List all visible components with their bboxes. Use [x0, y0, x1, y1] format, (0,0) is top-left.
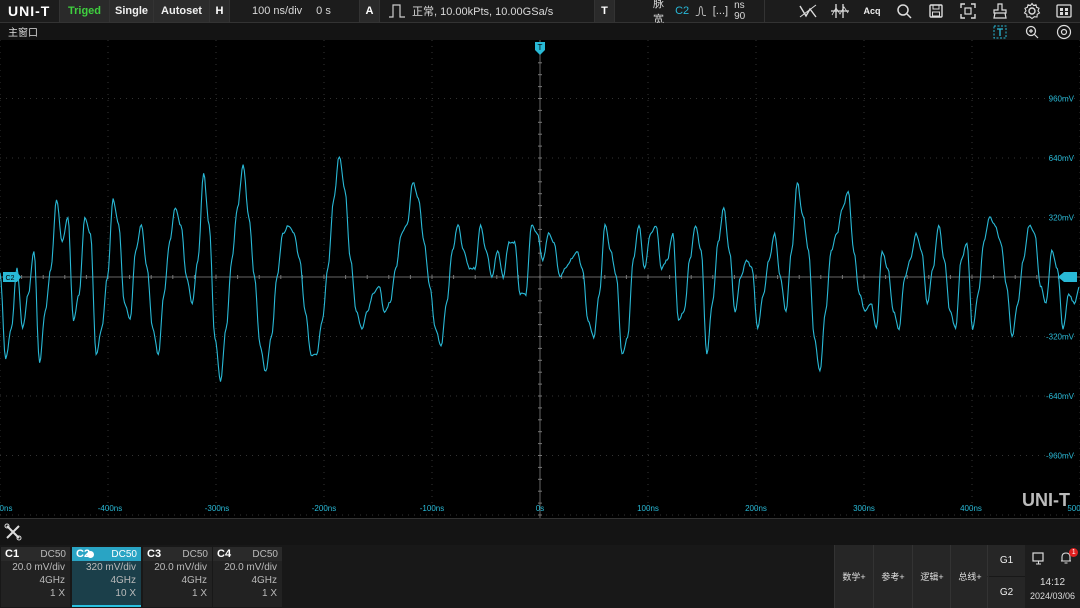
single-button[interactable]: Single [110, 0, 154, 22]
notification-bell-icon[interactable]: 1 [1059, 548, 1079, 567]
channel-probe: 10 X [115, 588, 136, 599]
channel-scale: 20.0 mV/div [12, 562, 65, 573]
settings-gear-icon[interactable] [1016, 0, 1048, 22]
channel-name: C3 [147, 548, 162, 560]
channel-probe: 1 X [191, 588, 207, 599]
pulse-width-upper: 128 ns [734, 0, 745, 11]
channel-enabled-icon [87, 550, 95, 558]
channel-scale: 20.0 mV/div [154, 562, 207, 573]
screenshot-icon[interactable] [952, 0, 984, 22]
y-tick-label: 320mV [1049, 214, 1075, 223]
save-icon[interactable] [920, 0, 952, 22]
logic-button[interactable]: 逻辑+ [912, 545, 951, 608]
search-icon[interactable] [888, 0, 920, 22]
channel-2-box[interactable]: C2 DC50 320 mV/div 4GHz 10 X [72, 547, 141, 607]
horizontal-label[interactable]: H [210, 0, 230, 22]
x-tick-label: 200ns [745, 504, 767, 513]
channel-probe: 1 X [261, 588, 277, 599]
main-window-title: 主窗口 [8, 28, 38, 39]
channel-coupling: DC50 [252, 548, 278, 560]
clock-time: 14:12 [1039, 577, 1066, 588]
channel-name: C4 [217, 548, 232, 560]
tool-strip [0, 518, 1080, 545]
horizontal-settings[interactable]: 100 ns/div 0 s [230, 0, 360, 22]
screen-icon[interactable] [1032, 551, 1046, 565]
ref-button[interactable]: 参考+ [873, 545, 912, 608]
channel-4-box[interactable]: C4 DC50 20.0 mV/div 4GHz 1 X [213, 547, 282, 607]
normal-acq-icon [389, 4, 405, 18]
watermark-logo: UNI-T [1022, 490, 1070, 510]
y-tick-label: 960mV [1049, 95, 1075, 104]
trigger-source: C2 [675, 5, 690, 17]
cursor-icon[interactable] [824, 0, 856, 22]
trigger-label[interactable]: T [595, 0, 615, 22]
brand-logo: UNI-T [0, 0, 60, 22]
trigger-marker-label: T [538, 43, 543, 52]
channel-name: C1 [5, 548, 20, 560]
trigger-condition: [...] [712, 5, 729, 17]
clock-date: 2024/03/06 [1029, 591, 1076, 601]
autoset-button[interactable]: Autoset [154, 0, 210, 22]
top-toolbar: UNI-T Triged Single Autoset H 100 ns/div… [0, 0, 1080, 33]
channel-scale: 20.0 mV/div [224, 562, 277, 573]
waveform-display[interactable]: 960mV 640mV 320mV -320mV -640mV -960mV 0ns -40… [0, 40, 1080, 518]
notification-count-badge: 1 [1069, 548, 1079, 557]
trigger-settings[interactable]: 脉宽 C2 [...] 128 ns 90 ns [615, 0, 765, 33]
x-tick-label: -100ns [420, 504, 444, 513]
measure-icon[interactable] [792, 0, 824, 22]
math-button[interactable]: 数学+ [834, 545, 873, 608]
status-area: 1 14:12 2024/03/06 [1025, 545, 1080, 608]
timebase-value: 100 ns/div [252, 5, 303, 17]
clear-icon[interactable] [984, 0, 1016, 22]
y-tick-label: -640mV [1046, 392, 1075, 401]
toolbar-icons: Acq [792, 0, 1080, 22]
trigger-status-badge[interactable]: Triged [60, 0, 110, 22]
channel-bandwidth: 4GHz [251, 575, 277, 586]
pulse-icon [695, 6, 707, 16]
x-tick-label: 300ns [853, 504, 875, 513]
channel-panel: C1 DC50 20.0 mV/div 4GHz 1 X C2 DC50 320 m… [0, 545, 1080, 608]
channel-coupling: DC50 [182, 548, 208, 560]
y-tick-label: -320mV [1046, 333, 1075, 342]
display-settings-icon[interactable] [1048, 23, 1080, 40]
utility-icon[interactable] [1048, 0, 1080, 22]
text-box-icon[interactable] [984, 23, 1016, 40]
x-tick-label: -400ns [98, 504, 122, 513]
y-tick-label: 640mV [1049, 154, 1075, 163]
channel-3-box[interactable]: C3 DC50 20.0 mV/div 4GHz 1 X [143, 547, 212, 607]
x-tick-label: -200ns [312, 504, 336, 513]
channel-1-box[interactable]: C1 DC50 20.0 mV/div 4GHz 1 X [1, 547, 70, 607]
channel-bandwidth: 4GHz [110, 575, 136, 586]
x-tick-label: 400ns [960, 504, 982, 513]
horizontal-offset: 0 s [316, 5, 331, 17]
zoom-icon[interactable] [1016, 23, 1048, 40]
window-icons [984, 23, 1080, 40]
channel-marker-label: C2 [6, 275, 15, 282]
x-axis-labels: 0ns -400ns -300ns -200ns -100ns 0s 100ns 200ns 3… [0, 504, 1080, 513]
channel-scale: 320 mV/div [85, 562, 136, 573]
x-tick-label: -300ns [205, 504, 229, 513]
trigger-position-marker[interactable]: T [535, 42, 545, 55]
acq-button[interactable]: Acq [856, 0, 888, 22]
tools-icon[interactable] [0, 519, 26, 545]
window-title-bar: 主窗口 [0, 23, 1080, 40]
channel-coupling: DC50 [40, 548, 66, 560]
acquisition-label[interactable]: A [360, 0, 380, 22]
g1-button[interactable]: G1 [987, 545, 1025, 576]
channel-bandwidth: 4GHz [39, 575, 65, 586]
bus-button[interactable]: 总线+ [950, 545, 989, 608]
channel-probe: 1 X [49, 588, 65, 599]
acquisition-info: 正常, 10.00kPts, 10.00GSa/s [412, 6, 554, 18]
x-tick-label: 0s [536, 504, 544, 513]
y-tick-label: -960mV [1046, 452, 1075, 461]
channel-bandwidth: 4GHz [181, 575, 207, 586]
acquisition-settings[interactable]: 正常, 10.00kPts, 10.00GSa/s [380, 0, 595, 22]
channel-coupling: DC50 [111, 548, 137, 560]
trigger-level-marker[interactable] [1058, 272, 1077, 282]
x-tick-label: 0ns [0, 504, 12, 513]
g2-button[interactable]: G2 [987, 577, 1025, 608]
active-channel-indicator [72, 605, 141, 607]
x-tick-label: 100ns [637, 504, 659, 513]
graticule [0, 40, 1080, 518]
